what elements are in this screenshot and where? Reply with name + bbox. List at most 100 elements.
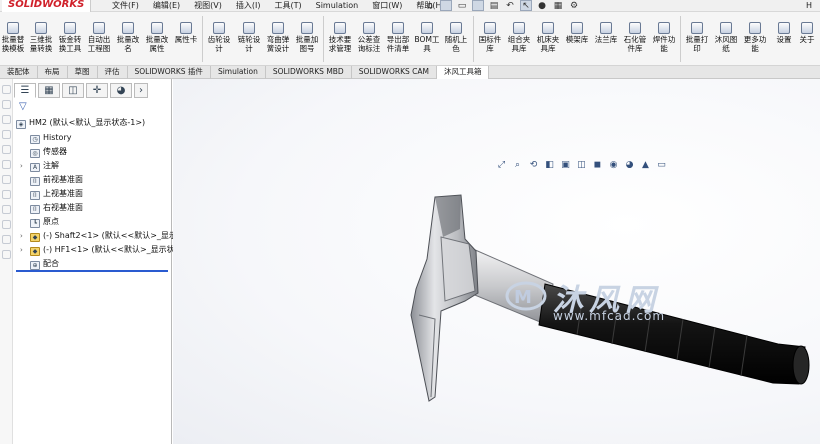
command-button[interactable]: 机床夹具库 — [535, 22, 561, 53]
tab-assembly[interactable]: 装配体 — [0, 66, 38, 79]
tab-sketch[interactable]: 草图 — [68, 66, 98, 79]
expand-icon[interactable]: › — [20, 160, 23, 172]
feature-manager-icon[interactable]: ☰ — [14, 83, 36, 98]
strip-icon[interactable] — [2, 130, 11, 139]
tree-item-front-plane[interactable]: ⌷ 前视基准面 — [30, 174, 83, 186]
panel-more-icon[interactable]: › — [134, 83, 148, 98]
undo-icon[interactable]: ↶ — [504, 0, 516, 11]
expand-icon[interactable]: › — [20, 244, 23, 256]
tree-item-history[interactable]: ◷ History — [30, 132, 71, 144]
tree-item-origin[interactable]: ┗ 原点 — [30, 216, 59, 228]
command-button[interactable]: 更多功能 — [742, 22, 768, 53]
graphics-area[interactable]: ⤢ ⌕ ⟲ ◧ ▣ ◫ ◼ ◉ ◕ ▲ ▭ M 沐风网 www.mfcad.co… — [173, 79, 820, 444]
strip-icon[interactable] — [2, 145, 11, 154]
command-button[interactable]: 沐风图纸 — [713, 22, 739, 53]
strip-icon[interactable] — [2, 190, 11, 199]
display-manager-icon[interactable]: ◕ — [110, 83, 132, 98]
display-style-icon[interactable]: ◼ — [592, 160, 603, 171]
solidworks-logo[interactable]: SOLIDWORKS — [2, 0, 92, 12]
command-button[interactable]: 导出部件清单 — [385, 22, 411, 53]
command-button[interactable]: 批量改属性 — [144, 22, 170, 53]
traffic-light-icon[interactable]: ● — [536, 0, 548, 11]
menu-insert[interactable]: 插入(I) — [236, 0, 261, 11]
command-button[interactable]: 齿轮设计 — [206, 22, 232, 53]
strip-icon[interactable] — [2, 205, 11, 214]
tab-cam[interactable]: SOLIDWORKS CAM — [352, 66, 437, 79]
command-button[interactable]: 国标件库 — [477, 22, 503, 53]
strip-icon[interactable] — [2, 175, 11, 184]
tree-item-mates[interactable]: ⊕ 配合 — [30, 258, 59, 270]
command-button[interactable]: 模架库 — [564, 22, 590, 44]
command-button[interactable]: 组合夹具库 — [506, 22, 532, 53]
print-icon[interactable]: ▤ — [488, 0, 500, 11]
menu-edit[interactable]: 编辑(E) — [153, 0, 180, 11]
strip-icon[interactable] — [2, 250, 11, 259]
tab-mufeng-toolbox[interactable]: 沐风工具箱 — [436, 66, 490, 79]
tab-layout[interactable]: 布局 — [38, 66, 68, 79]
section-view-icon[interactable]: ◧ — [544, 160, 555, 171]
dynamic-annotation-icon[interactable]: ▣ — [560, 160, 571, 171]
zoom-area-icon[interactable]: ⌕ — [512, 160, 523, 171]
previous-view-icon[interactable]: ⟲ — [528, 160, 539, 171]
view-orientation-icon[interactable]: ◫ — [576, 160, 587, 171]
gear-icon[interactable]: ⚙ — [568, 0, 580, 11]
tree-item-right-plane[interactable]: ⌷ 右视基准面 — [30, 202, 83, 214]
tree-item-hf1[interactable]: ◆ (-) HF1<1> (默认<<默认>_显示状 — [30, 244, 175, 256]
command-button[interactable]: 石化管件库 — [622, 22, 648, 53]
options-icon[interactable]: ▦ — [552, 0, 564, 11]
hide-show-icon[interactable]: ◉ — [608, 160, 619, 171]
edit-appearance-icon[interactable]: ◕ — [624, 160, 635, 171]
command-button[interactable]: 链轮设计 — [236, 22, 262, 53]
filter-icon[interactable]: ▽ — [19, 101, 27, 112]
command-button[interactable]: 技术要求管理 — [327, 22, 353, 53]
menu-view[interactable]: 视图(V) — [194, 0, 222, 11]
tab-mbd[interactable]: SOLIDWORKS MBD — [266, 66, 352, 79]
command-button[interactable]: 自动出工程图 — [86, 22, 112, 53]
select-arrow-icon[interactable]: ↖ — [520, 0, 532, 11]
command-button[interactable]: 三维批量转换 — [28, 22, 54, 53]
new-file-icon[interactable] — [440, 0, 452, 11]
command-button[interactable]: 钣金转换工具 — [57, 22, 83, 53]
property-manager-icon[interactable]: ▦ — [38, 83, 60, 98]
tab-evaluate[interactable]: 评估 — [98, 66, 128, 79]
home-icon[interactable]: ⌂ — [424, 0, 436, 11]
strip-icon[interactable] — [2, 100, 11, 109]
strip-icon[interactable] — [2, 220, 11, 229]
command-button[interactable]: 焊件功能 — [651, 22, 677, 53]
tree-item-shaft2[interactable]: ◆ (-) Shaft2<1> (默认<<默认>_显示 — [30, 230, 177, 242]
command-button[interactable]: 批量加图号 — [294, 22, 320, 53]
tree-item-annotations[interactable]: A 注解 — [30, 160, 59, 172]
menu-window[interactable]: 窗口(W) — [372, 0, 402, 11]
strip-icon[interactable] — [2, 85, 11, 94]
command-button[interactable]: 公差查询标注 — [356, 22, 382, 53]
command-button[interactable]: 批量改名 — [115, 22, 141, 53]
view-settings-icon[interactable]: ▭ — [656, 160, 667, 171]
strip-icon[interactable] — [2, 235, 11, 244]
command-button[interactable]: 随机上色 — [443, 22, 469, 53]
command-button[interactable]: 弯曲弹簧设计 — [265, 22, 291, 53]
zoom-fit-icon[interactable]: ⤢ — [496, 160, 507, 171]
tree-item-top-plane[interactable]: ⌷ 上视基准面 — [30, 188, 83, 200]
dimxpert-icon[interactable]: ✛ — [86, 83, 108, 98]
menu-file[interactable]: 文件(F) — [112, 0, 139, 11]
config-manager-icon[interactable]: ◫ — [62, 83, 84, 98]
command-button[interactable]: 属性卡 — [173, 22, 199, 44]
command-button[interactable]: BOM工具 — [414, 22, 440, 53]
tree-item-sensors[interactable]: ◎ 传感器 — [30, 146, 67, 158]
command-button[interactable]: 关于 — [794, 22, 820, 44]
scene-icon[interactable]: ▲ — [640, 160, 651, 171]
menu-tools[interactable]: 工具(T) — [274, 0, 301, 11]
strip-icon[interactable] — [2, 115, 11, 124]
hammer-model[interactable] — [173, 79, 820, 444]
save-icon[interactable] — [472, 0, 484, 11]
command-button[interactable]: 批量替换模板 — [0, 22, 26, 53]
tab-addins[interactable]: SOLIDWORKS 插件 — [128, 66, 211, 79]
expand-icon[interactable]: › — [20, 230, 23, 242]
command-button[interactable]: 批量打印 — [684, 22, 710, 53]
menu-simulation[interactable]: Simulation — [316, 0, 359, 11]
tab-simulation[interactable]: Simulation — [211, 66, 266, 79]
strip-icon[interactable] — [2, 160, 11, 169]
open-file-icon[interactable]: ▭ — [456, 0, 468, 11]
tree-root[interactable]: ◈ HM2 (默认<默认_显示状态-1>) — [16, 117, 145, 129]
command-button[interactable]: 法兰库 — [593, 22, 619, 44]
